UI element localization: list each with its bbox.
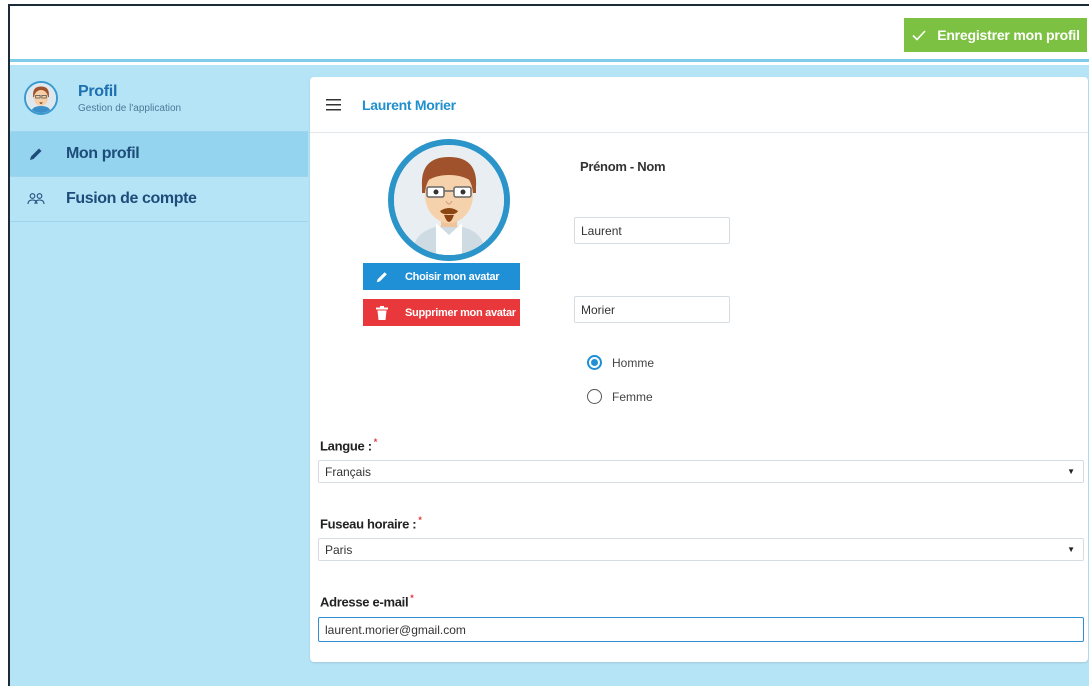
sidebar-item-mon-profil[interactable]: Mon profil	[10, 132, 308, 177]
main-area: Profil Gestion de l'application Mon prof…	[10, 65, 1089, 686]
language-label-text: Langue :	[320, 438, 372, 454]
sidebar-subtitle: Gestion de l'application	[78, 102, 182, 114]
sidebar-item-fusion-de-compte[interactable]: Fusion de compte	[10, 177, 308, 222]
required-marker: *	[410, 593, 414, 603]
email-label-text: Adresse e-mail	[320, 594, 409, 610]
timezone-label: Fuseau horaire : *	[320, 515, 422, 531]
app-window: Enregistrer mon profil Profil Gestion de…	[8, 4, 1089, 686]
language-label: Langue : *	[320, 437, 377, 453]
profile-card: Laurent Morier Choisir mon avatar Suppri…	[310, 77, 1088, 662]
delete-avatar-label: Supprimer mon avatar	[405, 306, 516, 319]
timezone-select-value: Paris	[325, 542, 353, 557]
choose-avatar-label: Choisir mon avatar	[405, 270, 500, 283]
language-select-value: Français	[325, 464, 372, 479]
radio-checked-icon[interactable]	[587, 355, 602, 370]
card-header-name: Laurent Morier	[362, 96, 456, 113]
profile-avatar	[388, 139, 510, 261]
name-section-label: Prénom - Nom	[580, 159, 666, 174]
gender-option-femme[interactable]: Femme	[587, 389, 653, 404]
last-name-input[interactable]	[574, 296, 730, 323]
dropdown-arrow-icon: ▼	[1067, 545, 1075, 554]
sidebar-title: Profil	[78, 82, 118, 100]
save-profile-label: Enregistrer mon profil	[937, 27, 1080, 43]
delete-avatar-button[interactable]: Supprimer mon avatar	[363, 299, 520, 326]
sidebar-item-label: Mon profil	[66, 145, 140, 162]
email-input[interactable]	[318, 617, 1084, 642]
language-select[interactable]: Français ▼	[318, 460, 1084, 483]
required-marker: *	[418, 515, 422, 525]
choose-avatar-button[interactable]: Choisir mon avatar	[363, 263, 520, 290]
pencil-icon	[26, 144, 46, 164]
save-profile-button[interactable]: Enregistrer mon profil	[904, 18, 1087, 52]
user-avatar-icon	[26, 83, 56, 113]
hamburger-menu-icon[interactable]	[326, 98, 344, 112]
first-name-input[interactable]	[574, 217, 730, 244]
top-toolbar: Enregistrer mon profil	[10, 6, 1089, 62]
avatar	[24, 81, 58, 115]
gender-option-label: Femme	[612, 389, 653, 404]
trash-icon	[376, 305, 388, 320]
pencil-icon	[376, 271, 387, 282]
gender-option-homme[interactable]: Homme	[587, 355, 654, 370]
timezone-label-text: Fuseau horaire :	[320, 516, 417, 532]
timezone-select[interactable]: Paris ▼	[318, 538, 1084, 561]
sidebar-item-label: Fusion de compte	[66, 190, 197, 207]
radio-unchecked-icon[interactable]	[587, 389, 602, 404]
gender-option-label: Homme	[612, 355, 655, 370]
dropdown-arrow-icon: ▼	[1067, 467, 1075, 476]
users-icon	[26, 189, 46, 209]
sidebar: Profil Gestion de l'application Mon prof…	[10, 65, 308, 686]
user-avatar-icon	[394, 145, 504, 255]
sidebar-title-block: Profil Gestion de l'application	[78, 83, 181, 114]
checkmark-icon	[912, 30, 926, 41]
card-header: Laurent Morier	[310, 77, 1088, 133]
sidebar-header: Profil Gestion de l'application	[10, 65, 308, 132]
required-marker: *	[373, 437, 378, 447]
email-label: Adresse e-mail *	[320, 593, 414, 609]
